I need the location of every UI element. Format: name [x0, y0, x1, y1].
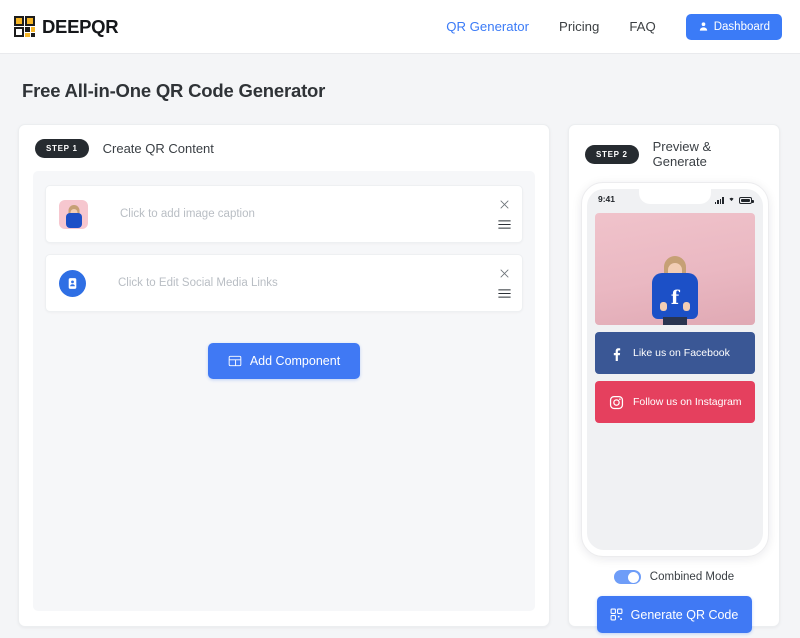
contact-card-icon — [59, 269, 86, 297]
right-panel-header: STEP 2 Preview & Generate — [569, 125, 779, 182]
social-links-placeholder[interactable]: Click to Edit Social Media Links — [118, 277, 278, 289]
qr-code-logo-icon — [14, 16, 35, 37]
left-panel-header: STEP 1 Create QR Content — [19, 125, 549, 171]
image-caption-placeholder[interactable]: Click to add image caption — [120, 208, 255, 220]
drag-handle-icon[interactable] — [497, 219, 512, 230]
preview-generate-panel: STEP 2 Preview & Generate 9:41 f Like us… — [568, 124, 780, 633]
main-nav: QR Generator Pricing FAQ Dashboard — [446, 13, 782, 40]
nav-link-pricing[interactable]: Pricing — [559, 19, 599, 34]
dashboard-button[interactable]: Dashboard — [685, 13, 782, 40]
nav-link-qr-generator[interactable]: QR Generator — [446, 19, 529, 34]
instagram-icon — [609, 395, 624, 409]
close-icon[interactable] — [498, 267, 511, 280]
drag-handle-icon[interactable] — [497, 288, 512, 299]
combined-mode-label: Combined Mode — [649, 571, 735, 583]
generate-qr-code-button[interactable]: Generate QR Code — [596, 596, 752, 633]
nav-link-faq[interactable]: FAQ — [629, 19, 655, 34]
battery-icon — [739, 197, 754, 204]
preview-image: f — [595, 213, 755, 325]
component-row-actions — [497, 198, 512, 230]
status-time: 9:41 — [598, 194, 616, 204]
content-columns: STEP 1 Create QR Content Click to add im… — [0, 102, 800, 633]
phone-status-bar: 9:41 — [587, 189, 763, 209]
add-component-button[interactable]: Add Component — [207, 343, 361, 379]
component-row-actions — [497, 267, 512, 299]
facebook-cta-button[interactable]: Like us on Facebook — [595, 332, 755, 374]
component-row-social-links[interactable]: Click to Edit Social Media Links — [45, 254, 523, 312]
close-icon[interactable] — [498, 198, 511, 211]
step-1-badge: STEP 1 — [35, 139, 89, 158]
brand-logo[interactable]: DEEPQR — [14, 15, 119, 38]
status-icons — [714, 194, 754, 204]
component-row-image[interactable]: Click to add image caption — [45, 185, 523, 243]
component-workspace: Click to add image caption Click to Edit… — [33, 171, 535, 611]
add-component-wrap: Add Component — [45, 343, 523, 379]
phone-notch — [639, 189, 711, 204]
site-header: DEEPQR QR Generator Pricing FAQ Dashboar… — [0, 0, 800, 54]
step-2-badge: STEP 2 — [585, 144, 639, 164]
cellular-signal-icon — [714, 197, 724, 204]
user-icon — [699, 22, 707, 31]
add-component-icon — [228, 355, 242, 367]
instagram-cta-label: Follow us on Instagram — [633, 396, 742, 408]
generate-qr-code-label: Generate QR Code — [630, 607, 739, 622]
combined-mode-toggle[interactable] — [613, 570, 641, 584]
page-title: Free All-in-One QR Code Generator — [22, 80, 326, 101]
phone-screen: 9:41 f Like us on Facebook Follow us on … — [587, 189, 763, 550]
instagram-cta-button[interactable]: Follow us on Instagram — [595, 381, 755, 423]
image-thumbnail-icon — [59, 199, 88, 229]
right-panel-title: Preview & Generate — [652, 139, 712, 169]
facebook-icon — [613, 347, 621, 361]
wifi-icon — [727, 194, 736, 204]
create-qr-content-panel: STEP 1 Create QR Content Click to add im… — [18, 124, 550, 627]
facebook-cta-label: Like us on Facebook — [633, 347, 730, 359]
phone-preview-area: 9:41 f Like us on Facebook Follow us on … — [569, 182, 779, 557]
app-root: DEEPQR QR Generator Pricing FAQ Dashboar… — [0, 0, 800, 638]
brand-name: DEEPQR — [42, 15, 119, 37]
combined-mode-row: Combined Mode — [569, 570, 779, 584]
phone-mockup: 9:41 f Like us on Facebook Follow us on … — [581, 182, 769, 557]
add-component-label: Add Component — [249, 354, 341, 368]
qr-code-icon — [610, 608, 623, 621]
dashboard-button-label: Dashboard — [713, 20, 770, 33]
left-panel-title: Create QR Content — [102, 141, 214, 156]
